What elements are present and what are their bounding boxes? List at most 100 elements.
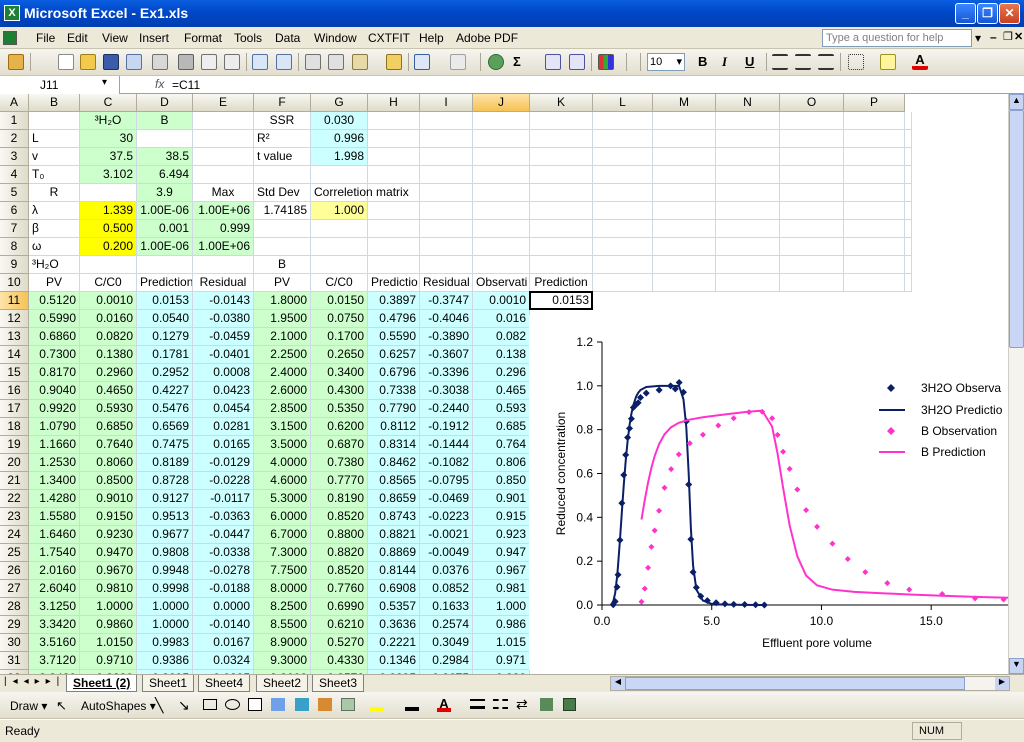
cell[interactable] <box>420 238 473 256</box>
cell[interactable]: 1.015 <box>473 634 530 652</box>
chart-area[interactable]: 0.0 0.2 0.4 0.6 0.8 1.0 1.2 0.0 5.0 10.0 15.0 Efflu… <box>529 315 1009 670</box>
menu-window[interactable]: Window <box>314 31 357 45</box>
cell[interactable]: 0.5476 <box>137 400 193 418</box>
cell[interactable] <box>368 166 420 184</box>
cell[interactable]: 0.1700 <box>311 328 368 346</box>
cell[interactable]: 1.7540 <box>29 544 80 562</box>
wordart-icon[interactable] <box>271 698 285 711</box>
cell[interactable]: 0.6860 <box>29 328 80 346</box>
cell[interactable]: -0.0278 <box>193 562 254 580</box>
cell[interactable]: 0.0423 <box>193 382 254 400</box>
col-header-j[interactable]: J <box>473 94 530 112</box>
cell[interactable]: -0.4046 <box>420 310 473 328</box>
menu-data[interactable]: Data <box>275 31 300 45</box>
cell[interactable]: 0.8821 <box>368 526 420 544</box>
cell[interactable]: -0.0140 <box>193 616 254 634</box>
cell[interactable]: 1.339 <box>80 202 137 220</box>
cell[interactable] <box>80 184 137 202</box>
cell[interactable] <box>193 148 254 166</box>
cell[interactable]: 1.0000 <box>80 598 137 616</box>
cell[interactable] <box>473 112 530 130</box>
cell[interactable]: 1.0000 <box>137 616 193 634</box>
cell[interactable] <box>593 238 653 256</box>
cell[interactable]: 2.2500 <box>254 346 311 364</box>
cell[interactable]: C/C0 <box>80 274 137 292</box>
cell[interactable]: 0.9710 <box>80 652 137 670</box>
cell[interactable] <box>780 202 844 220</box>
cell[interactable] <box>653 202 716 220</box>
menu-insert[interactable]: Insert <box>139 31 169 45</box>
cell[interactable] <box>716 202 780 220</box>
cell[interactable]: ³H₂O <box>80 112 137 130</box>
cell[interactable] <box>420 256 473 274</box>
cell[interactable]: 0.996 <box>311 130 368 148</box>
cell[interactable]: -0.0049 <box>420 544 473 562</box>
cell[interactable] <box>530 256 593 274</box>
cell[interactable]: 0.8314 <box>368 436 420 454</box>
cell[interactable]: 0.3897 <box>368 292 420 310</box>
doc-close-icon[interactable]: ✕ <box>1014 30 1023 43</box>
cell[interactable]: 0.465 <box>473 382 530 400</box>
cell[interactable]: 0.9513 <box>137 508 193 526</box>
cell[interactable] <box>780 184 844 202</box>
cell[interactable] <box>193 256 254 274</box>
cell[interactable] <box>844 220 905 238</box>
cell[interactable] <box>420 130 473 148</box>
cell[interactable]: 0.901 <box>473 490 530 508</box>
cell[interactable]: 0.7475 <box>137 436 193 454</box>
cell[interactable]: 0.8190 <box>311 490 368 508</box>
cell[interactable]: 6.494 <box>137 166 193 184</box>
col-header-a[interactable]: A <box>0 94 29 112</box>
cell[interactable] <box>844 202 905 220</box>
cell[interactable]: -0.0129 <box>193 454 254 472</box>
cell[interactable] <box>473 184 530 202</box>
cell[interactable] <box>368 238 420 256</box>
cell[interactable]: -0.0447 <box>193 526 254 544</box>
cell[interactable]: 0.7790 <box>368 400 420 418</box>
cell[interactable]: 0.6210 <box>311 616 368 634</box>
cell[interactable]: -0.0338 <box>193 544 254 562</box>
fill-bucket-icon[interactable] <box>370 698 384 711</box>
cell[interactable]: 0.8500 <box>80 472 137 490</box>
cell[interactable]: 0.0540 <box>137 310 193 328</box>
col-header-e[interactable]: E <box>193 94 254 112</box>
menu-file[interactable]: File <box>36 31 55 45</box>
cell[interactable] <box>593 256 653 274</box>
cell[interactable]: 0.6796 <box>368 364 420 382</box>
cell[interactable]: 0.9948 <box>137 562 193 580</box>
cell[interactable]: 0.999 <box>193 220 254 238</box>
row-header[interactable]: 26 <box>0 562 29 580</box>
cell[interactable] <box>473 220 530 238</box>
cell[interactable] <box>593 166 653 184</box>
cell[interactable] <box>473 202 530 220</box>
cell[interactable]: 0.0165 <box>193 436 254 454</box>
cell[interactable]: 0.8170 <box>29 364 80 382</box>
email-icon[interactable] <box>152 54 168 70</box>
col-header-m[interactable]: M <box>653 94 716 112</box>
cell[interactable]: Max <box>193 184 254 202</box>
row-header[interactable]: 29 <box>0 616 29 634</box>
cell[interactable] <box>311 166 368 184</box>
sort-ascending-icon[interactable] <box>545 54 561 70</box>
menu-edit[interactable]: Edit <box>67 31 88 45</box>
row-header[interactable]: 8 <box>0 238 29 256</box>
cell[interactable]: 0.1346 <box>368 652 420 670</box>
cell[interactable]: 0.2650 <box>311 346 368 364</box>
cell[interactable] <box>368 256 420 274</box>
cell[interactable]: 0.5357 <box>368 598 420 616</box>
cell[interactable] <box>80 256 137 274</box>
cell[interactable]: C/C0 <box>311 274 368 292</box>
row-header[interactable]: 28 <box>0 598 29 616</box>
row-header[interactable]: 14 <box>0 346 29 364</box>
cell[interactable]: 0.9010 <box>80 490 137 508</box>
cell[interactable]: 0.296 <box>473 364 530 382</box>
cell[interactable]: Prediction <box>137 274 193 292</box>
cell[interactable] <box>905 274 912 292</box>
cell[interactable]: 8.5500 <box>254 616 311 634</box>
cell[interactable] <box>653 256 716 274</box>
cell[interactable]: 0.0153 <box>530 292 593 310</box>
cell[interactable]: 0.6990 <box>311 598 368 616</box>
undo-icon[interactable] <box>414 54 430 70</box>
cell[interactable]: 0.8820 <box>311 544 368 562</box>
cell[interactable] <box>420 220 473 238</box>
